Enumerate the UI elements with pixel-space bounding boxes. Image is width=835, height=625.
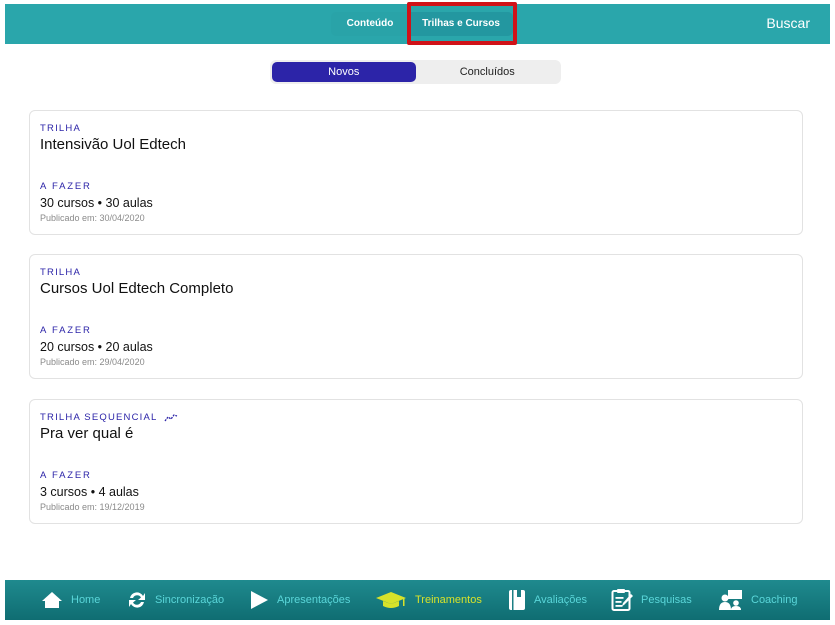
tab-label: Avaliações: [534, 594, 587, 606]
card-published-date: Publicado em: 29/04/2020: [40, 357, 145, 367]
survey-icon: [611, 589, 633, 611]
graduation-cap-icon: [376, 592, 406, 608]
tab-label: Treinamentos: [415, 594, 482, 606]
tab-sincronizacao[interactable]: Sincronização: [127, 580, 224, 620]
top-bar: Conteúdo Trilhas e Cursos Buscar: [5, 2, 830, 45]
trend-line-icon: [164, 413, 177, 421]
status-filter: Novos Concluídos: [270, 60, 561, 84]
home-icon: [42, 592, 62, 608]
coaching-icon: [719, 590, 742, 610]
card-published-date: Publicado em: 30/04/2020: [40, 213, 145, 223]
card-counts: 30 cursos • 30 aulas: [40, 196, 153, 210]
tab-pesquisas[interactable]: Pesquisas: [611, 580, 692, 620]
tab-avaliacoes[interactable]: Avaliações: [508, 580, 587, 620]
book-icon: [509, 590, 525, 610]
card-counts: 20 cursos • 20 aulas: [40, 340, 153, 354]
tab-label: Sincronização: [155, 594, 225, 606]
trail-card[interactable]: TRILHA SEQUENCIAL Pra ver qual é A FAZER…: [29, 399, 803, 524]
card-kind: TRILHA: [40, 267, 81, 278]
tab-label: Home: [71, 594, 101, 606]
tab-label: Pesquisas: [641, 594, 692, 606]
tab-trilhas-e-cursos[interactable]: Trilhas e Cursos: [409, 12, 513, 36]
card-status: A FAZER: [40, 181, 92, 192]
card-title: Pra ver qual é: [40, 425, 134, 442]
content-segmented-control: Conteúdo Trilhas e Cursos: [331, 12, 513, 36]
card-title: Cursos Uol Edtech Completo: [40, 280, 234, 297]
card-counts: 3 cursos • 4 aulas: [40, 485, 139, 499]
card-published-date: Publicado em: 19/12/2019: [40, 502, 145, 512]
filter-novos[interactable]: Novos: [272, 62, 416, 82]
tab-treinamentos[interactable]: Treinamentos: [375, 580, 482, 620]
card-kind: TRILHA SEQUENCIAL: [40, 412, 178, 423]
app-window: Conteúdo Trilhas e Cursos Buscar Novos C…: [5, 2, 830, 620]
card-kind: TRILHA: [40, 123, 81, 134]
bottom-tab-bar: Home Sincronização Apresentações Treinam…: [5, 580, 830, 620]
search-button[interactable]: Buscar: [766, 15, 810, 31]
play-icon: [251, 591, 268, 609]
tab-label: Apresentações: [277, 594, 351, 606]
trail-card[interactable]: TRILHA Cursos Uol Edtech Completo A FAZE…: [29, 254, 803, 379]
card-status: A FAZER: [40, 470, 92, 481]
tab-coaching[interactable]: Coaching: [719, 580, 797, 620]
tab-home[interactable]: Home: [41, 580, 100, 620]
tab-label: Coaching: [751, 594, 798, 606]
card-status: A FAZER: [40, 325, 92, 336]
tab-apresentacoes[interactable]: Apresentações: [249, 580, 350, 620]
filter-concluidos[interactable]: Concluídos: [416, 62, 560, 82]
sync-icon: [129, 592, 145, 608]
trail-card[interactable]: TRILHA Intensivão Uol Edtech A FAZER 30 …: [29, 110, 803, 235]
card-title: Intensivão Uol Edtech: [40, 136, 186, 153]
tab-conteudo[interactable]: Conteúdo: [331, 12, 409, 36]
